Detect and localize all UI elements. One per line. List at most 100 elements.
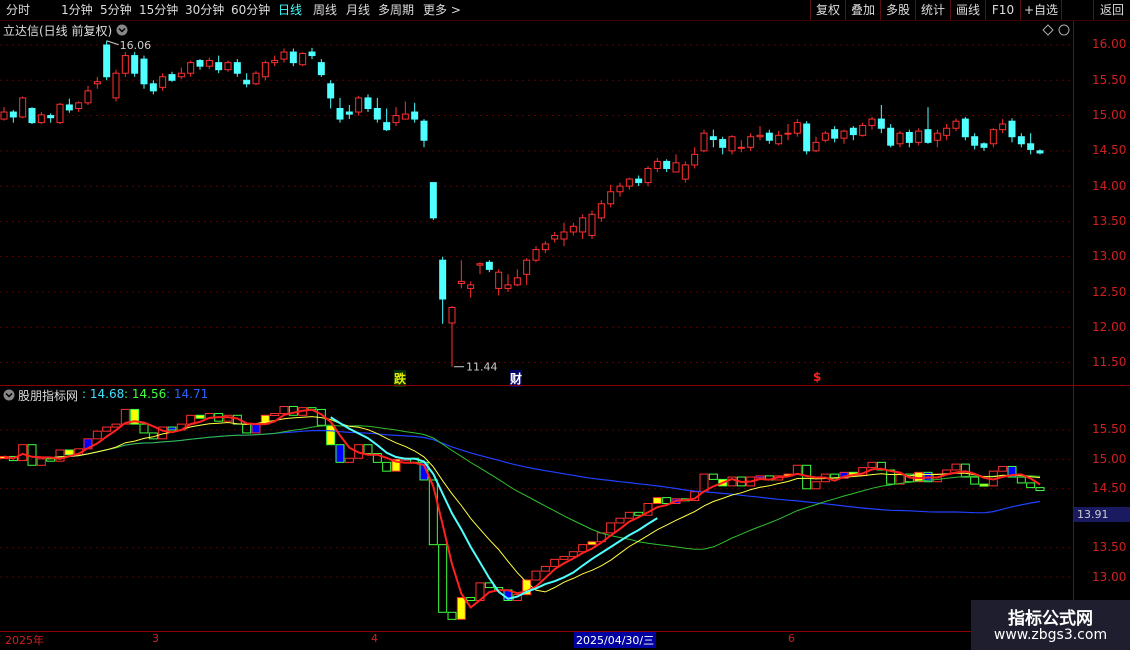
period-tab-monthly[interactable]: 月线 — [346, 2, 370, 18]
candle-body — [999, 123, 1007, 131]
candle-body — [691, 153, 699, 166]
indicator-step-box — [550, 558, 560, 567]
indicator-step-box — [363, 444, 373, 455]
candle-body — [317, 62, 325, 76]
back-button[interactable]: 返回 — [1093, 0, 1130, 20]
candle-body — [877, 118, 885, 129]
indicator-step-box — [167, 426, 177, 431]
candle-body — [933, 132, 941, 141]
indicator-step-box — [382, 461, 392, 472]
date-label-june: 6 — [788, 632, 795, 645]
candle-body — [345, 111, 353, 115]
candle-body — [868, 118, 876, 126]
period-tab-60min[interactable]: 60分钟 — [231, 2, 270, 18]
candle-body — [289, 51, 297, 64]
indicator-step-box — [951, 463, 961, 471]
candle-body — [47, 115, 55, 119]
candle-body — [849, 127, 857, 136]
candle-body — [663, 160, 671, 169]
candle-body — [196, 60, 204, 67]
candle-body — [187, 62, 195, 74]
period-tab-30min[interactable]: 30分钟 — [185, 2, 224, 18]
candle-body — [644, 167, 652, 184]
candle-body — [131, 55, 139, 74]
candle-body — [0, 111, 8, 120]
candle-body — [243, 79, 251, 85]
candle-body — [280, 51, 288, 60]
candle-body — [840, 130, 848, 139]
watermark-title: 指标公式网 — [1008, 609, 1093, 629]
watermark-slot — [1061, 0, 1096, 20]
indicator-step-box — [615, 517, 625, 524]
indicator-chart[interactable] — [0, 386, 1073, 631]
indicator-step-box — [36, 458, 46, 466]
price-tick: 16.00 — [1092, 37, 1127, 51]
candle-body — [560, 231, 568, 240]
indicator-tick: 13.50 — [1092, 540, 1127, 554]
indicator-step-box — [662, 497, 672, 505]
candle-body — [551, 235, 559, 240]
candle-body — [261, 62, 269, 78]
candle-body — [112, 72, 120, 99]
candle-body — [56, 103, 64, 124]
candle-body — [896, 132, 904, 145]
date-axis-line — [0, 631, 1073, 632]
indicator-step-box — [270, 413, 280, 417]
date-label-april: 4 — [371, 632, 378, 645]
candle-body — [103, 44, 111, 78]
indicator-step-box — [46, 458, 56, 462]
candle-body — [719, 139, 727, 148]
more-menu[interactable]: 更多 > — [423, 2, 461, 18]
candle-body — [429, 182, 437, 219]
indicator-step-box — [1026, 482, 1036, 489]
candle-body — [700, 132, 708, 152]
period-tab-5min[interactable]: 5分钟 — [100, 2, 132, 18]
period-tab-multi[interactable]: 多周期 — [378, 2, 414, 18]
period-tab-minute[interactable]: 分时 — [6, 2, 30, 18]
period-tab-weekly[interactable]: 周线 — [313, 2, 337, 18]
candle-body — [177, 72, 185, 78]
candle-body — [215, 62, 223, 71]
price-tick: 15.50 — [1092, 73, 1127, 87]
period-tab-daily[interactable]: 日线 — [278, 2, 302, 18]
candle-body — [373, 108, 381, 120]
candlestick-chart[interactable]: 16.06 11.44 — [0, 21, 1073, 385]
add-watchlist-button[interactable]: +自选 — [1020, 0, 1061, 20]
candle-body — [84, 90, 92, 104]
candle-body — [513, 277, 521, 286]
candle-body — [971, 136, 979, 146]
candle-body — [149, 83, 157, 92]
watermark-url: www.zbgs3.com — [993, 627, 1108, 643]
multi-stock-button[interactable]: 多股 — [880, 0, 915, 20]
candle-body — [653, 160, 661, 169]
candle-body — [467, 284, 475, 289]
candle-body — [980, 143, 988, 148]
candle-body — [737, 146, 745, 149]
long-line — [3, 429, 1041, 514]
indicator-step-box — [970, 476, 980, 485]
draw-line-button[interactable]: 画线 — [950, 0, 985, 20]
candle-body — [821, 132, 829, 141]
adjust-button[interactable]: 复权 — [810, 0, 845, 20]
f10-button[interactable]: F10 — [985, 0, 1020, 20]
candle-body — [831, 129, 839, 139]
event-marker-dividend[interactable]: $ — [813, 370, 821, 384]
indicator-step-box — [447, 611, 457, 620]
candle-body — [485, 261, 493, 270]
candle-body — [616, 185, 624, 193]
candle-body — [327, 83, 335, 99]
candle-body — [952, 120, 960, 129]
indicator-tick: 15.50 — [1092, 422, 1127, 436]
statistics-button[interactable]: 统计 — [915, 0, 950, 20]
price-tick: 12.50 — [1092, 285, 1127, 299]
indicator-step-box — [755, 475, 765, 479]
candle-body — [495, 271, 503, 289]
candle-body — [271, 60, 279, 64]
mid-line — [3, 416, 1041, 593]
indicator-step-box — [279, 405, 289, 415]
overlay-button[interactable]: 叠加 — [845, 0, 880, 20]
period-tab-1min[interactable]: 1分钟 — [61, 2, 93, 18]
candle-body — [355, 97, 363, 113]
period-tab-15min[interactable]: 15分钟 — [139, 2, 178, 18]
indicator-step-box — [998, 465, 1008, 472]
